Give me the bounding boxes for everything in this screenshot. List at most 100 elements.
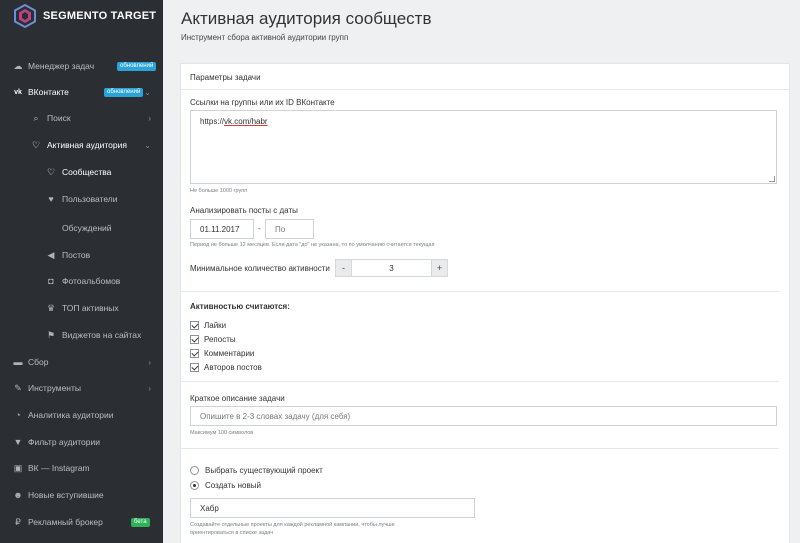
sidebar-item-label: Сбор (28, 357, 49, 367)
date-hint: Период не больше 12 месяцев. Если дата "… (190, 242, 435, 248)
min-activity-label: Минимальное количество активности (190, 264, 330, 273)
sidebar-item[interactable]: ✎ Инструменты › (0, 378, 163, 398)
panel-title: Параметры задачи (190, 73, 261, 82)
sidebar-item-label: Инструменты (28, 383, 82, 393)
checkbox-reposts[interactable]: Репосты (190, 333, 236, 345)
heart-outline-icon: ♡ (46, 166, 56, 177)
megaphone-icon: ◀ (47, 249, 55, 260)
date-from-input[interactable]: 01.11.2017 (190, 219, 254, 239)
links-hint: Не больше 1000 групп (190, 188, 248, 194)
radio-new-project[interactable]: Создать новый (190, 479, 261, 491)
heart-icon: ♥ (48, 194, 54, 204)
project-hint-2: ориентироваться в списке задач (190, 530, 274, 536)
sidebar-item[interactable]: ◔ Аналитика аудитории (0, 405, 163, 425)
date-to-input[interactable]: По (265, 219, 314, 239)
divider (181, 381, 779, 382)
sidebar-item-label: Виджетов на сайтах (62, 330, 142, 340)
sidebar-item[interactable]: ☁ Менеджер задач обновлений (0, 56, 163, 76)
sidebar-item[interactable]: ♛ ТОП активных (0, 298, 163, 318)
sidebar-item[interactable]: ₽ Рекламный брокер бета (0, 512, 163, 532)
sidebar-item-label: ВК — Instagram (28, 463, 90, 473)
flag-icon: ⚑ (46, 329, 56, 340)
sidebar-item[interactable]: ☻ Новые вступившие (0, 485, 163, 505)
ruble-icon: ₽ (15, 516, 21, 527)
checkbox-likes[interactable]: Лайки (190, 319, 226, 331)
desc-input[interactable]: Опишите в 2-3 словах задачу (для себя) (190, 406, 777, 426)
resize-grip-icon[interactable] (769, 176, 775, 182)
links-label: Ссылки на группы или их ID ВКонтакте (190, 98, 335, 107)
checkbox-checked-icon[interactable] (190, 362, 199, 372)
trophy-icon: ♛ (46, 302, 56, 313)
page-title: Активная аудитория сообществ (181, 9, 432, 28)
sidebar-item-label: Новые вступившие (28, 490, 104, 500)
divider (181, 448, 779, 449)
date-label: Анализировать посты с даты (190, 206, 298, 215)
sidebar: SEGMENTO TARGET ☁ Менеджер задач обновлени… (0, 0, 163, 543)
search-icon: ⌕ (33, 112, 39, 123)
page-subtitle: Инструмент сбора активной аудитории груп… (181, 33, 349, 42)
sidebar-badge: обновлений (104, 87, 144, 97)
desc-label: Краткое описание задачи (190, 394, 285, 403)
cloud-icon: ☁ (13, 60, 23, 71)
radio-selected-icon[interactable] (190, 480, 199, 490)
links-value: https://vk.com/habr (200, 117, 268, 126)
sidebar-item-label: Сообщества (62, 167, 112, 177)
car-icon: ▬ (13, 357, 23, 367)
sidebar-item-label: ВКонтакте (28, 87, 69, 97)
date-separator: - (258, 224, 261, 233)
min-activity-value[interactable]: 3 (352, 259, 431, 277)
sidebar-item[interactable]: ▬ Сбор › (0, 352, 163, 372)
chevron-down-icon[interactable]: ⌄ (144, 88, 151, 97)
checkbox-checked-icon[interactable] (190, 348, 199, 358)
sidebar-item-label: Аналитика аудитории (28, 410, 114, 420)
increment-button[interactable]: + (431, 259, 448, 277)
sidebar-item-label: Менеджер задач (28, 61, 95, 71)
pie-chart-icon: ◔ (15, 410, 21, 420)
checkbox-checked-icon[interactable] (190, 320, 199, 330)
sidebar-item[interactable]: ⚑ Виджетов на сайтах (0, 325, 163, 345)
chevron-right-icon[interactable]: › (148, 114, 151, 123)
heart-outline-icon: ♡ (31, 139, 41, 150)
users-icon: ☻ (13, 490, 23, 500)
sidebar-item[interactable]: ♡ Сообщества (0, 162, 163, 182)
sidebar-item-label: Обсуждений (62, 223, 112, 233)
brand-name: SEGMENTO TARGET (43, 10, 157, 22)
sidebar-item[interactable]: ◀ Постов (0, 245, 163, 265)
sidebar-item-label: Фотоальбомов (62, 276, 121, 286)
checkbox-checked-icon[interactable] (190, 334, 199, 344)
sidebar-item[interactable]: ▣ ВК — Instagram (0, 458, 163, 478)
sidebar-item[interactable]: vk ВКонтакте обновлений ⌄ (0, 82, 163, 102)
chevron-down-icon[interactable]: ⌄ (144, 141, 151, 150)
sidebar-item-label: Рекламный брокер (28, 517, 103, 527)
chevron-right-icon[interactable]: › (148, 384, 151, 393)
checkbox-comments[interactable]: Комментарии (190, 347, 254, 359)
sidebar-item[interactable]: Обсуждений (0, 218, 163, 238)
sidebar-item-label: Постов (62, 250, 91, 260)
desc-hint: Максимум 100 символов (190, 430, 254, 436)
radio-icon[interactable] (190, 465, 199, 475)
radio-existing-project[interactable]: Выбрать существующий проект (190, 464, 323, 476)
links-textarea[interactable]: https://vk.com/habr (190, 110, 777, 184)
sidebar-item[interactable]: ⌕ Поиск › (0, 108, 163, 128)
brand[interactable]: SEGMENTO TARGET (14, 4, 156, 28)
vk-icon: vk (14, 88, 22, 96)
decrement-button[interactable]: - (335, 259, 352, 277)
checkbox-post-authors[interactable]: Авторов постов (190, 361, 262, 373)
filter-icon: ▼ (13, 437, 23, 447)
task-params-panel: Параметры задачи Ссылки на группы или их… (180, 63, 790, 543)
activity-title: Активностью считаются: (190, 302, 290, 311)
sidebar-item[interactable]: ♡ Активная аудитория ⌄ (0, 135, 163, 155)
sidebar-item-label: Фильтр аудитории (28, 437, 100, 447)
sidebar-item-label: Пользователи (62, 194, 118, 204)
chevron-right-icon[interactable]: › (148, 358, 151, 367)
wrench-icon: ✎ (14, 382, 22, 393)
sidebar-item-label: Активная аудитория (47, 140, 127, 150)
sidebar-item[interactable]: ♥ Пользователи (0, 189, 163, 209)
camera-icon: ◘ (48, 276, 54, 286)
sidebar-item-label: Поиск (47, 113, 71, 123)
main-content: Активная аудитория сообществ Инструмент … (163, 0, 800, 543)
project-name-input[interactable]: Хабр (190, 498, 475, 518)
divider (181, 291, 779, 292)
sidebar-item[interactable]: ▼ Фильтр аудитории (0, 432, 163, 452)
sidebar-item[interactable]: ◘ Фотоальбомов (0, 271, 163, 291)
